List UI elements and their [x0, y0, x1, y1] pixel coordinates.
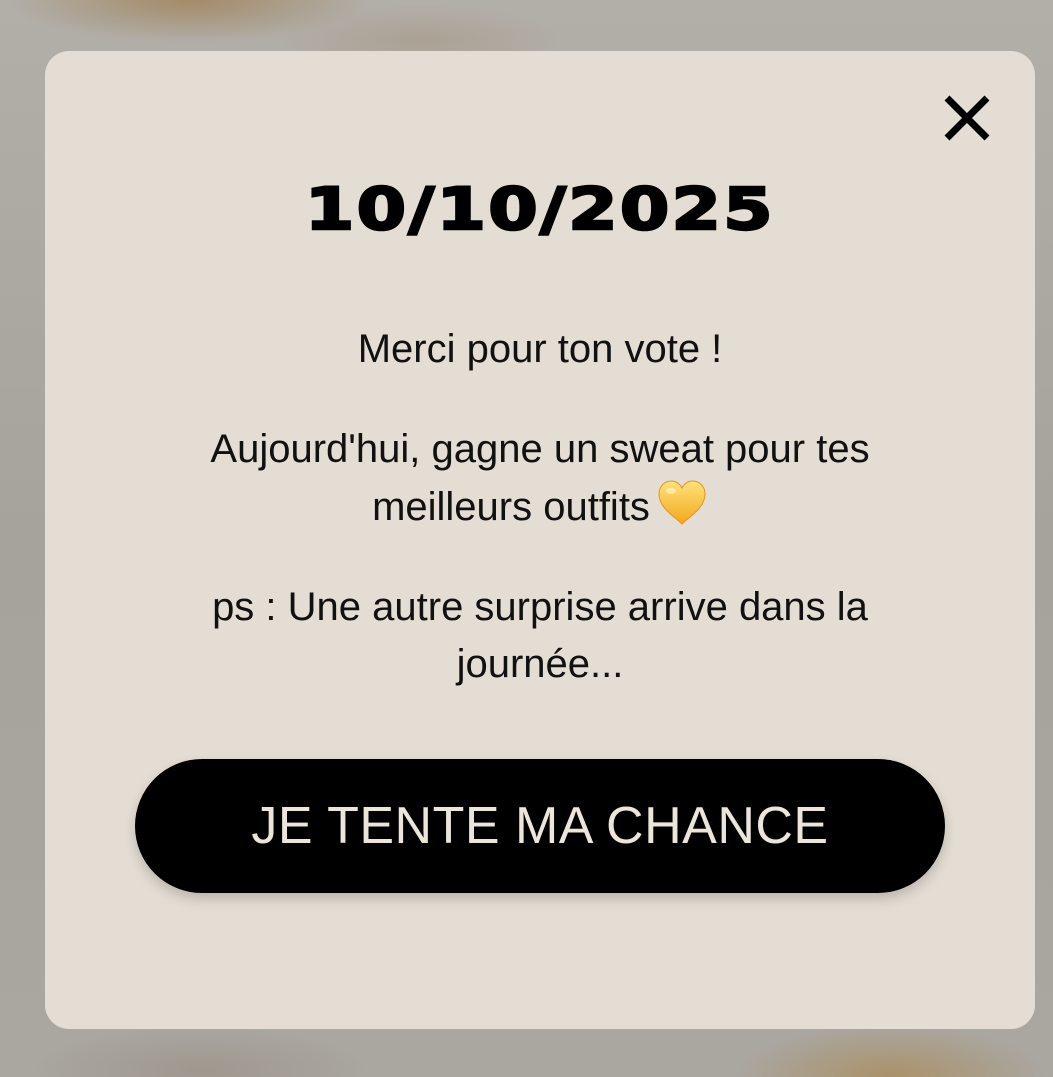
close-icon: [940, 91, 994, 145]
vote-thanks-modal: 10/10/2025 Merci pour ton vote ! Aujourd…: [45, 51, 1035, 1029]
yellow-heart-icon: [656, 478, 708, 526]
date-title: 10/10/2025: [303, 174, 775, 245]
try-my-luck-button[interactable]: JE TENTE MA CHANCE: [135, 759, 945, 893]
ps-message: ps : Une autre surprise arrive dans la j…: [212, 585, 868, 686]
close-button[interactable]: [938, 89, 996, 147]
offer-message: Aujourd'hui, gagne un sweat pour tes mei…: [140, 421, 940, 536]
cta-label: JE TENTE MA CHANCE: [251, 797, 829, 855]
thanks-message: Merci pour ton vote !: [357, 327, 723, 371]
offer-text: Aujourd'hui, gagne un sweat pour tes mei…: [210, 427, 870, 529]
